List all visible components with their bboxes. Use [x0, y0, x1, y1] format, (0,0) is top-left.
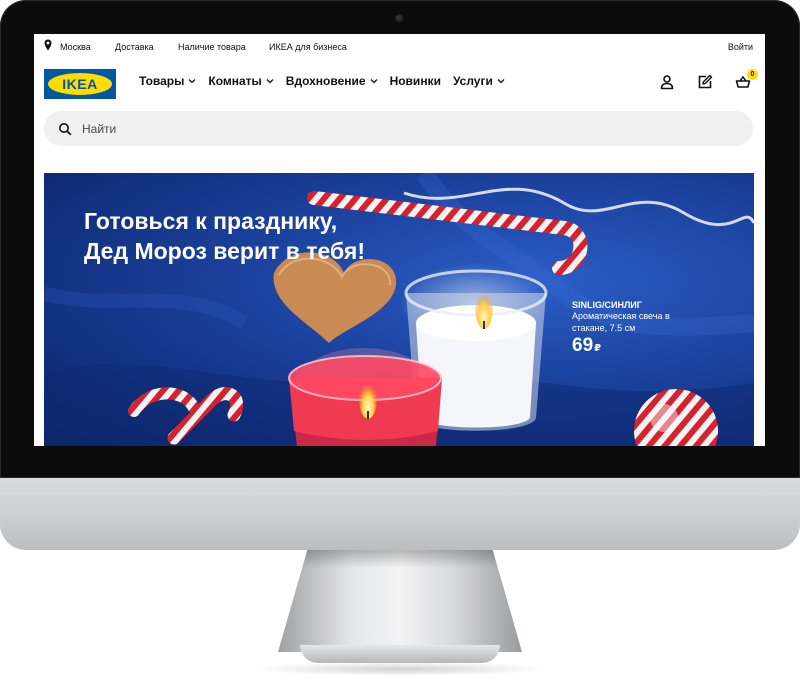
foot-shadow [250, 662, 550, 676]
availability-link[interactable]: Наличие товара [178, 42, 246, 52]
nav-products[interactable]: Товары [139, 74, 196, 88]
monitor-chin [0, 478, 800, 550]
cart-icon[interactable]: 0 [733, 69, 758, 92]
search-input[interactable]: Найти [82, 122, 116, 136]
utility-bar: Москва Доставка Наличие товара ИКЕА для … [34, 34, 765, 60]
hero-title-line2: Дед Мороз верит в тебя! [84, 238, 366, 264]
nav-inspiration[interactable]: Вдохновение [286, 74, 378, 88]
delivery-link[interactable]: Доставка [115, 42, 154, 52]
nav-products-label: Товары [139, 74, 185, 88]
ikea-logo[interactable]: IKEA [44, 69, 116, 99]
chevron-down-icon [497, 79, 505, 84]
search-icon [59, 122, 72, 135]
chevron-down-icon [370, 79, 378, 84]
price-currency: ₽ [594, 343, 602, 354]
nav-services-label: Услуги [452, 74, 493, 88]
main-nav: Товары Комнаты Вдохновение Новинки Услуг… [139, 74, 505, 88]
nav-services[interactable]: Услуги [453, 74, 505, 88]
monitor-foot [300, 645, 500, 663]
price-value: 69 [572, 335, 594, 356]
nav-rooms-label: Комнаты [208, 74, 262, 88]
business-link[interactable]: ИКЕА для бизнеса [269, 42, 347, 52]
nav-new-label: Новинки [389, 74, 441, 88]
nav-rooms[interactable]: Комнаты [208, 74, 274, 88]
product-name: SINLIG/СИНЛИГ [572, 300, 642, 310]
logo-oval: IKEA [48, 73, 112, 95]
hero-title: Готовься к празднику, Дед Мороз верит в … [84, 206, 365, 266]
screen: Москва Доставка Наличие товара ИКЕА для … [34, 34, 765, 446]
stand-shadow [302, 550, 498, 568]
login-link[interactable]: Войти [728, 42, 753, 52]
chevron-down-icon [266, 79, 274, 84]
product-info[interactable]: SINLIG/СИНЛИГ Ароматическая свеча в стак… [572, 300, 672, 357]
logo-text: IKEA [62, 76, 98, 92]
product-price: 69₽ [572, 335, 672, 357]
cart-count-badge: 0 [747, 69, 758, 80]
chevron-down-icon [188, 79, 196, 84]
user-icon[interactable] [657, 72, 677, 92]
nav-new[interactable]: Новинки [390, 74, 441, 88]
hero-title-line1: Готовься к празднику, [84, 208, 338, 234]
nav-inspiration-label: Вдохновение [285, 74, 366, 88]
hero-banner[interactable]: Готовься к празднику, Дед Мороз верит в … [44, 173, 754, 446]
shopping-list-icon[interactable] [695, 72, 715, 92]
location-link[interactable]: Москва [60, 42, 91, 52]
header-icons: 0 [657, 69, 758, 92]
product-description: Ароматическая свеча в стакане, 7.5 см [572, 311, 670, 333]
header: IKEA Товары Комнаты Вдохновение Новинки … [34, 60, 765, 108]
location-pin-icon[interactable] [44, 39, 52, 51]
camera-icon [395, 14, 404, 23]
search-bar[interactable]: Найти [44, 111, 753, 146]
